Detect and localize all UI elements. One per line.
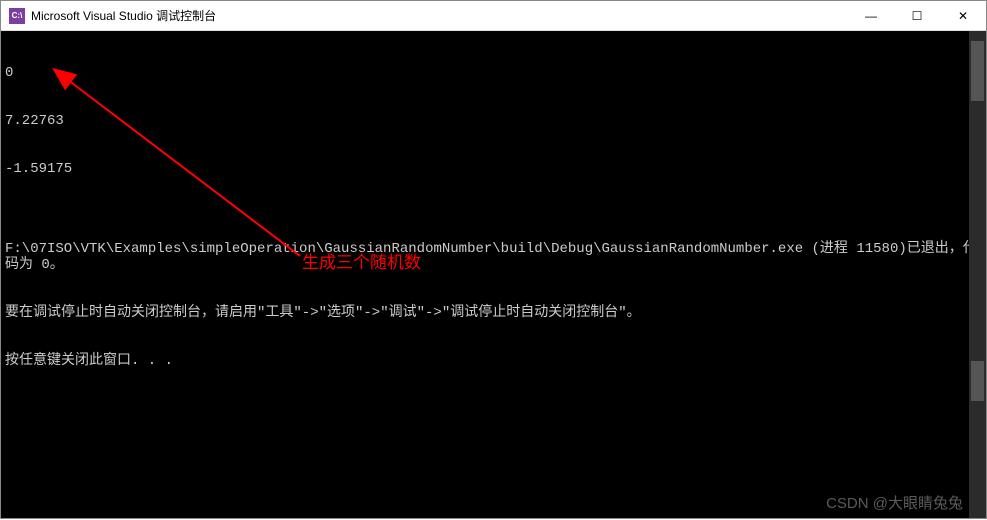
console-window: C:\ Microsoft Visual Studio 调试控制台 — ☐ ✕ … (0, 0, 987, 519)
output-line: 要在调试停止时自动关闭控制台，请启用"工具"->"选项"->"调试"->"调试停… (5, 305, 982, 321)
titlebar[interactable]: C:\ Microsoft Visual Studio 调试控制台 — ☐ ✕ (1, 1, 986, 31)
output-line: F:\07ISO\VTK\Examples\simpleOperation\Ga… (5, 241, 982, 273)
output-line: 按任意键关闭此窗口. . . (5, 353, 982, 369)
output-line: 0 (5, 65, 982, 81)
minimize-button[interactable]: — (848, 1, 894, 30)
maximize-button[interactable]: ☐ (894, 1, 940, 30)
output-line: -1.59175 (5, 161, 982, 177)
app-icon: C:\ (9, 8, 25, 24)
console-output[interactable]: 0 7.22763 -1.59175 F:\07ISO\VTK\Examples… (1, 31, 986, 518)
window-title: Microsoft Visual Studio 调试控制台 (31, 7, 848, 24)
scroll-thumb[interactable] (971, 361, 984, 401)
scroll-thumb[interactable] (971, 41, 984, 101)
window-controls: — ☐ ✕ (848, 1, 986, 30)
close-button[interactable]: ✕ (940, 1, 986, 30)
vertical-scrollbar[interactable] (969, 31, 986, 518)
output-line: 7.22763 (5, 113, 982, 129)
